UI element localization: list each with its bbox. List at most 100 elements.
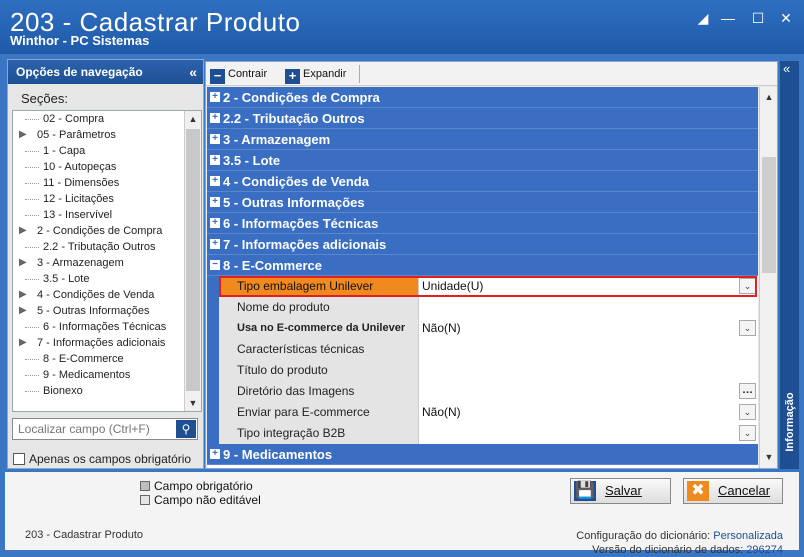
property-select[interactable]: Não(N) ⌄ — [419, 402, 758, 423]
expand-group-icon[interactable]: + — [210, 239, 220, 249]
tree-item[interactable]: ▶ 2 - Condições de Compra — [13, 223, 201, 239]
collapse-group-icon[interactable]: − — [210, 260, 220, 270]
group-header[interactable]: +2.2 - Tributação Outros — [207, 108, 758, 129]
property-input[interactable] — [419, 339, 758, 360]
group-header[interactable]: +4 - Condições de Venda — [207, 171, 758, 192]
property-label: Tipo embalagem Unilever — [219, 276, 419, 297]
plus-icon: + — [285, 69, 300, 84]
browse-button[interactable]: … — [739, 383, 756, 399]
tree-item[interactable]: 2.2 - Tributação Outros — [13, 239, 201, 255]
property-select[interactable]: Não(N) ⌄ — [419, 318, 758, 339]
expand-info-icon[interactable]: « — [783, 61, 790, 76]
chevron-down-icon[interactable]: ⌄ — [739, 404, 756, 420]
tree-item[interactable]: 13 - Inservível — [13, 207, 201, 223]
group-header[interactable]: +9 - Medicamentos — [207, 444, 758, 465]
tree-item-label: 3.5 - Lote — [43, 273, 90, 285]
group-header[interactable]: +3 - Armazenagem — [207, 129, 758, 150]
group-header[interactable]: −8 - E-Commerce — [207, 255, 758, 276]
property-label: Título do produto — [219, 360, 419, 381]
search-input[interactable] — [13, 419, 173, 439]
expand-group-icon[interactable]: + — [210, 92, 220, 102]
expand-group-icon[interactable]: + — [210, 134, 220, 144]
row-gutter — [207, 276, 219, 297]
expand-all-button[interactable]: + Expandir — [285, 65, 346, 84]
tree-item-label: 8 - E-Commerce — [43, 353, 124, 365]
tree-item[interactable]: 9 - Medicamentos — [13, 367, 201, 383]
tree-item[interactable]: 11 - Dimensões — [13, 175, 201, 191]
tree-item-label: 05 - Parâmetros — [37, 129, 116, 141]
collapse-nav-icon[interactable]: « — [189, 60, 197, 84]
tree-item[interactable]: ▶ 3 - Armazenagem — [13, 255, 201, 271]
tree-item[interactable]: 12 - Licitações — [13, 191, 201, 207]
sections-tree[interactable]: ▲ ▼ 02 - Compra ▶ 05 - Parâmetros 1 - Capa 1… — [12, 110, 202, 412]
expand-group-icon[interactable]: + — [210, 197, 220, 207]
search-icon[interactable]: ⚲ — [176, 420, 196, 438]
collapse-all-button[interactable]: − Contrair — [210, 65, 267, 84]
restore-icon[interactable]: ◢ — [692, 8, 714, 28]
expand-group-icon[interactable]: + — [210, 176, 220, 186]
tree-item-label: 10 - Autopeças — [43, 161, 117, 173]
property-input[interactable] — [419, 297, 758, 318]
scroll-up-icon[interactable]: ▲ — [761, 89, 777, 105]
tree-item[interactable]: ▶ 4 - Condições de Venda — [13, 287, 201, 303]
save-label: Salvar — [605, 483, 642, 498]
search-field[interactable]: ⚲ — [12, 418, 198, 440]
chevron-down-icon[interactable]: ⌄ — [739, 278, 756, 294]
expand-arrow-icon[interactable]: ▶ — [19, 127, 27, 143]
tree-item[interactable]: ▶ 05 - Parâmetros — [13, 127, 201, 143]
grid-scrollbar[interactable]: ▲ ▼ — [759, 87, 777, 468]
group-header[interactable]: +5 - Outras Informações — [207, 192, 758, 213]
property-input[interactable]: … — [419, 381, 758, 402]
tree-item[interactable]: Bionexo — [13, 383, 201, 399]
maximize-icon[interactable]: ☐ — [747, 8, 769, 28]
close-icon[interactable]: ✕ — [775, 8, 797, 28]
group-title: 3 - Armazenagem — [223, 132, 331, 147]
tree-item[interactable]: 3.5 - Lote — [13, 271, 201, 287]
expand-group-icon[interactable]: + — [210, 449, 220, 459]
tree-item-label: 3 - Armazenagem — [37, 257, 124, 269]
scroll-down-icon[interactable]: ▼ — [761, 449, 777, 465]
group-title: 9 - Medicamentos — [223, 447, 333, 462]
chevron-down-icon[interactable]: ⌄ — [739, 320, 756, 336]
tree-connector — [25, 151, 39, 152]
property-select[interactable]: Unidade(U) ⌄ — [419, 276, 758, 297]
expand-arrow-icon[interactable]: ▶ — [19, 303, 27, 319]
group-title: 6 - Informações Técnicas — [223, 216, 379, 231]
tree-item[interactable]: 10 - Autopeças — [13, 159, 201, 175]
grid-scroll-thumb[interactable] — [762, 157, 776, 273]
info-panel[interactable]: « Informação — [780, 61, 799, 469]
checkbox-icon[interactable] — [13, 453, 25, 465]
expand-arrow-icon[interactable]: ▶ — [19, 255, 27, 271]
group-header[interactable]: +2 - Condições de Compra — [207, 87, 758, 108]
expand-group-icon[interactable]: + — [210, 218, 220, 228]
expand-group-icon[interactable]: + — [210, 155, 220, 165]
expand-arrow-icon[interactable]: ▶ — [19, 287, 27, 303]
group-header[interactable]: +3.5 - Lote — [207, 150, 758, 171]
expand-arrow-icon[interactable]: ▶ — [19, 335, 27, 351]
dict-version-value: 296274 — [746, 544, 783, 556]
grid-toolbar: − Contrair + Expandir — [206, 62, 777, 86]
required-only-checkbox[interactable]: Apenas os campos obrigatório — [13, 452, 191, 466]
tree-item[interactable]: ▶ 7 - Informações adicionais — [13, 335, 201, 351]
save-button[interactable]: 💾 Salvar — [570, 478, 671, 504]
expand-group-icon[interactable]: + — [210, 113, 220, 123]
group-header[interactable]: +6 - Informações Técnicas — [207, 213, 758, 234]
chevron-down-icon[interactable]: ⌄ — [739, 425, 756, 441]
property-select[interactable]: ⌄ — [419, 423, 758, 444]
cancel-button[interactable]: ✖ Cancelar — [683, 478, 783, 504]
group-header[interactable]: +7 - Informações adicionais — [207, 234, 758, 255]
property-grid: +2 - Condições de Compra +2.2 - Tributaçã… — [207, 87, 758, 468]
tree-item[interactable]: 02 - Compra — [13, 111, 201, 127]
minimize-icon[interactable]: — — [717, 8, 739, 28]
tree-item[interactable]: 6 - Informações Técnicas — [13, 319, 201, 335]
tree-item[interactable]: 1 - Capa — [13, 143, 201, 159]
legend-swatch — [140, 495, 150, 505]
property-label: Diretório das Imagens — [219, 381, 419, 402]
property-input[interactable] — [419, 360, 758, 381]
tree-item[interactable]: 8 - E-Commerce — [13, 351, 201, 367]
tree-item[interactable]: ▶ 5 - Outras Informações — [13, 303, 201, 319]
property-row: Tipo embalagem Unilever Unidade(U) ⌄ — [207, 276, 758, 297]
tree-item-label: 11 - Dimensões — [43, 177, 120, 189]
legend-swatch — [140, 481, 150, 491]
expand-arrow-icon[interactable]: ▶ — [19, 223, 27, 239]
